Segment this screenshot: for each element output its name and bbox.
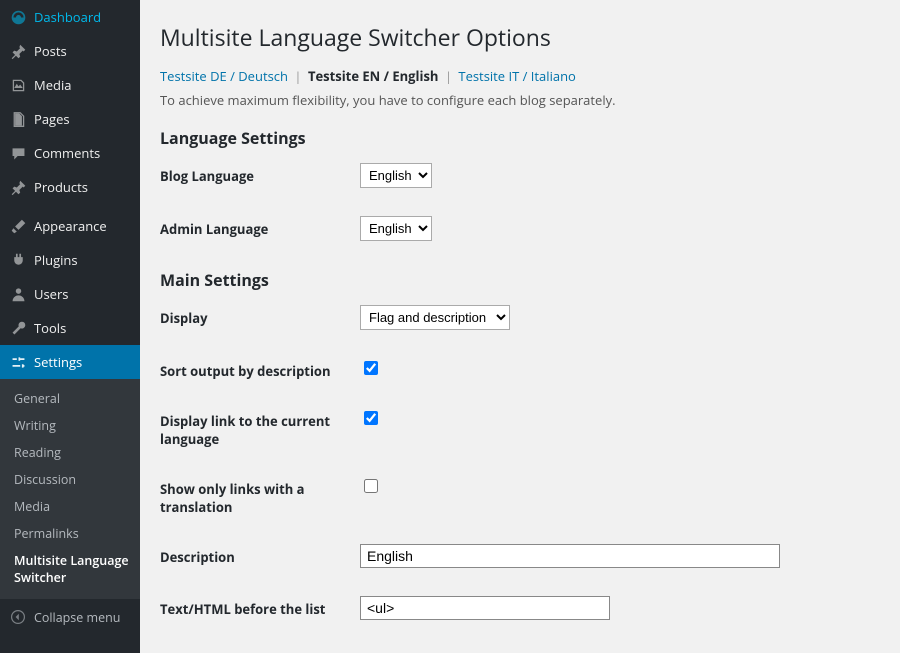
label-display: Display <box>160 305 360 327</box>
sidebar-item-users[interactable]: Users <box>0 277 140 311</box>
row-admin-language: Admin Language English <box>160 216 880 241</box>
sidebar-item-label: Media <box>34 76 71 94</box>
sidebar-item-label: Plugins <box>34 251 78 269</box>
select-display[interactable]: Flag and description <box>360 305 510 330</box>
config-hint: To achieve maximum flexibility, you have… <box>160 91 880 109</box>
sidebar-item-comments[interactable]: Comments <box>0 136 140 170</box>
select-admin-language[interactable]: English <box>360 216 432 241</box>
lang-link[interactable]: Testsite IT / Italiano <box>458 67 575 85</box>
admin-sidebar: Dashboard Posts Media Pages Comments Products… <box>0 0 140 653</box>
section-main-settings: Main Settings <box>160 269 880 291</box>
lang-separator: | <box>291 67 304 85</box>
sidebar-item-products[interactable]: Products <box>0 170 140 204</box>
media-icon <box>8 75 28 95</box>
sidebar-item-dashboard[interactable]: Dashboard <box>0 0 140 34</box>
submenu-item-reading[interactable]: Reading <box>0 439 140 466</box>
content-area: Multisite Language Switcher Options Test… <box>140 0 900 653</box>
sidebar-item-label: Pages <box>34 110 70 128</box>
pin-icon <box>8 41 28 61</box>
row-blog-language: Blog Language English <box>160 163 880 188</box>
sidebar-item-pages[interactable]: Pages <box>0 102 140 136</box>
label-link-current: Display link to the current language <box>160 408 360 448</box>
checkbox-sort-by-desc[interactable] <box>364 361 378 375</box>
sidebar-item-label: Comments <box>34 144 100 162</box>
label-before-list: Text/HTML before the list <box>160 596 360 618</box>
sidebar-item-label: Dashboard <box>34 8 101 26</box>
row-link-current: Display link to the current language <box>160 408 880 448</box>
user-icon <box>8 284 28 304</box>
pin-icon <box>8 177 28 197</box>
sliders-icon <box>8 352 28 372</box>
input-description[interactable] <box>360 544 780 568</box>
label-only-translated: Show only links with a translation <box>160 476 360 516</box>
sidebar-submenu-settings: GeneralWritingReadingDiscussionMediaPerm… <box>0 379 140 599</box>
plug-icon <box>8 250 28 270</box>
dashboard-icon <box>8 7 28 27</box>
sidebar-item-label: Tools <box>34 319 66 337</box>
row-description: Description <box>160 544 880 568</box>
row-display: Display Flag and description <box>160 305 880 330</box>
submenu-item-general[interactable]: General <box>0 385 140 412</box>
row-before-list: Text/HTML before the list <box>160 596 880 620</box>
submenu-item-permalinks[interactable]: Permalinks <box>0 520 140 547</box>
checkbox-link-current[interactable] <box>364 411 378 425</box>
sidebar-item-label: Users <box>34 285 68 303</box>
submenu-item-discussion[interactable]: Discussion <box>0 466 140 493</box>
lang-link-current: Testsite EN / English <box>308 67 439 85</box>
label-sort-by-desc: Sort output by description <box>160 358 360 380</box>
submenu-item-mls[interactable]: Multisite Language Switcher <box>0 547 140 591</box>
row-only-translated: Show only links with a translation <box>160 476 880 516</box>
submenu-item-writing[interactable]: Writing <box>0 412 140 439</box>
sidebar-item-posts[interactable]: Posts <box>0 34 140 68</box>
select-blog-language[interactable]: English <box>360 163 432 188</box>
label-blog-language: Blog Language <box>160 163 360 185</box>
sidebar-item-label: Products <box>34 178 88 196</box>
input-before-list[interactable] <box>360 596 610 620</box>
sidebar-item-media[interactable]: Media <box>0 68 140 102</box>
brush-icon <box>8 216 28 236</box>
section-language-settings: Language Settings <box>160 127 880 149</box>
sidebar-item-label: Settings <box>34 353 82 371</box>
sidebar-item-appearance[interactable]: Appearance <box>0 209 140 243</box>
lang-separator: | <box>442 67 455 85</box>
submenu-item-media-s[interactable]: Media <box>0 493 140 520</box>
row-sort-by-desc: Sort output by description <box>160 358 880 380</box>
sidebar-item-settings[interactable]: Settings <box>0 345 140 379</box>
page-title: Multisite Language Switcher Options <box>160 12 880 57</box>
collapse-icon <box>8 607 28 627</box>
sidebar-item-plugins[interactable]: Plugins <box>0 243 140 277</box>
label-admin-language: Admin Language <box>160 216 360 238</box>
wrench-icon <box>8 318 28 338</box>
checkbox-only-translated[interactable] <box>364 479 378 493</box>
label-description: Description <box>160 544 360 566</box>
collapse-menu[interactable]: Collapse menu <box>0 599 140 635</box>
sidebar-item-label: Posts <box>34 42 67 60</box>
sidebar-item-tools[interactable]: Tools <box>0 311 140 345</box>
site-language-links: Testsite DE / Deutsch | Testsite EN / En… <box>160 67 880 89</box>
comment-icon <box>8 143 28 163</box>
lang-link[interactable]: Testsite DE / Deutsch <box>160 67 288 85</box>
pages-icon <box>8 109 28 129</box>
sidebar-item-label: Appearance <box>34 217 107 235</box>
collapse-label: Collapse menu <box>34 609 120 626</box>
